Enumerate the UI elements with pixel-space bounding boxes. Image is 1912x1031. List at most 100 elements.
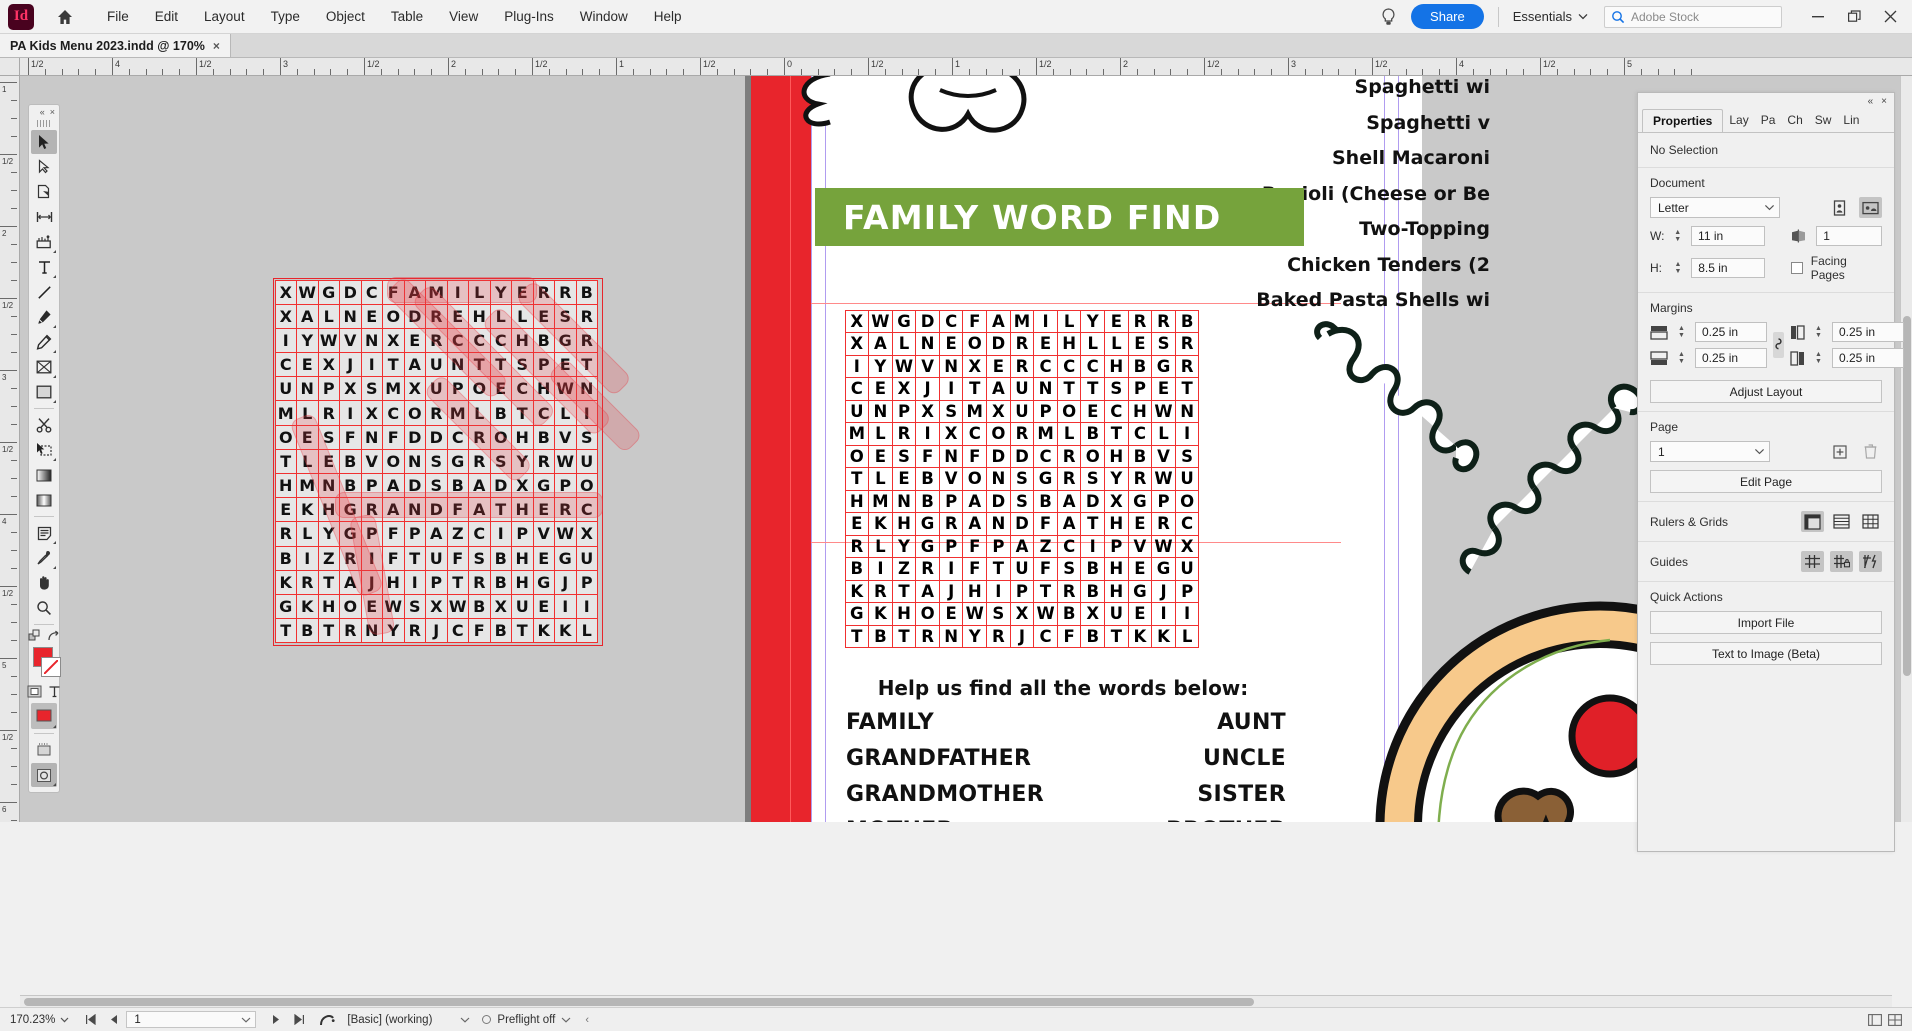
type-tool[interactable] [31, 255, 57, 279]
show-guides-icon[interactable] [1801, 551, 1824, 572]
home-icon[interactable] [56, 8, 74, 26]
tab-pages[interactable]: Pa [1755, 109, 1782, 132]
smart-guides-icon[interactable] [1859, 551, 1882, 572]
menu-item-help[interactable]: Help [641, 5, 695, 28]
pen-tool[interactable] [31, 305, 57, 329]
tab-links[interactable]: Lin [1837, 109, 1865, 132]
page-select[interactable]: 1 [1650, 441, 1770, 462]
normal-view-mode-icon[interactable] [31, 738, 57, 762]
tab-properties[interactable]: Properties [1642, 109, 1724, 132]
close-icon[interactable]: × [213, 39, 220, 53]
lightbulb-icon[interactable] [1380, 7, 1397, 27]
adobe-stock-search[interactable]: Adobe Stock [1604, 5, 1782, 28]
menu-item-table[interactable]: Table [378, 5, 436, 28]
word-search-grid[interactable]: XWGDCFAMILYERRBXALNEODREHLLESRIYWVNXERCC… [844, 309, 1200, 648]
selection-frame[interactable] [273, 278, 603, 646]
menu-item-view[interactable]: View [436, 5, 491, 28]
vertical-ruler[interactable]: 1 1/2 2 1/2 3 1/2 4 1/2 5 1/2 6 [0, 76, 20, 822]
menu-item-edit[interactable]: Edit [142, 5, 191, 28]
free-transform-tool[interactable] [31, 438, 57, 462]
swap-fill-stroke-icon[interactable] [28, 629, 42, 643]
maximize-restore-button[interactable] [1836, 4, 1872, 30]
menu-item-file[interactable]: File [94, 5, 142, 28]
facing-pages-checkbox[interactable] [1791, 262, 1803, 274]
apply-color-button[interactable] [31, 703, 57, 729]
gradient-feather-tool[interactable] [31, 488, 57, 512]
page-transition-icon[interactable] [319, 1013, 336, 1027]
menu-item-window[interactable]: Window [567, 5, 641, 28]
panel-grip[interactable] [37, 120, 51, 127]
next-page-icon[interactable] [272, 1014, 281, 1025]
previous-page-icon[interactable] [109, 1014, 118, 1025]
menu-item-layout[interactable]: Layout [191, 5, 258, 28]
preset-dropdown-icon[interactable] [460, 1017, 470, 1023]
pencil-tool[interactable] [31, 330, 57, 354]
frame-tool[interactable] [31, 355, 57, 379]
tab-layers[interactable]: Lay [1723, 109, 1754, 132]
share-button[interactable]: Share [1411, 4, 1484, 29]
formatting-affects-container-icon[interactable] [27, 685, 43, 699]
menu-item-plugins[interactable]: Plug-Ins [491, 5, 567, 28]
text-to-image-button[interactable]: Text to Image (Beta) [1650, 642, 1882, 665]
adjust-layout-button[interactable]: Adjust Layout [1650, 380, 1882, 403]
lock-guides-icon[interactable] [1830, 551, 1853, 572]
first-page-icon[interactable] [85, 1014, 97, 1025]
page-tool[interactable] [31, 180, 57, 204]
menu-item-type[interactable]: Type [258, 5, 313, 28]
tab-swatches[interactable]: Sw [1809, 109, 1838, 132]
add-page-icon[interactable] [1828, 441, 1851, 462]
expand-status-icon[interactable]: ‹ [585, 1014, 589, 1026]
width-input[interactable]: 11 in [1691, 226, 1765, 246]
page-number-field[interactable]: 1 [126, 1011, 257, 1028]
margin-bottom-input[interactable]: 0.25 in [1695, 348, 1767, 368]
trash-icon[interactable] [1859, 441, 1882, 462]
margin-top-stepper[interactable]: ▲ ▼ [1676, 325, 1687, 339]
stroke-swatch[interactable] [42, 658, 60, 676]
zoom-tool[interactable] [31, 596, 57, 620]
workspace-switcher[interactable]: Essentials [1513, 9, 1588, 24]
gradient-swatch-tool[interactable] [31, 463, 57, 487]
pasteboard-word-search[interactable]: XWGDCFAMILYERRBXALNEODREHLLESRIYWVNXERCC… [273, 275, 644, 646]
last-page-icon[interactable] [294, 1014, 305, 1025]
document-grid-icon[interactable] [1859, 511, 1882, 532]
scissors-tool[interactable] [31, 413, 57, 437]
page-guide-left[interactable] [811, 76, 812, 822]
grid-view-icon[interactable] [1888, 1013, 1902, 1026]
margin-top-input[interactable]: 0.25 in [1695, 322, 1767, 342]
menu-item-object[interactable]: Object [313, 5, 378, 28]
document-canvas[interactable]: Spaghetti wi Spaghetti v Shell Macaroni … [20, 76, 1912, 822]
content-collector-tool[interactable] [31, 230, 57, 254]
close-icon[interactable]: × [50, 107, 55, 117]
bleed-guide-left[interactable] [790, 76, 791, 822]
horizontal-ruler[interactable]: 1/2 4 1/2 3 1/2 2 1/2 1 1/2 0 1/2 1 1/2 2 1/2 3 1/2 4 1/2 5 [20, 58, 1912, 76]
line-tool[interactable] [31, 280, 57, 304]
horizontal-scrollbar[interactable] [20, 995, 1892, 1007]
show-rulers-icon[interactable] [1801, 511, 1824, 532]
horizontal-scrollbar-thumb[interactable] [24, 998, 1254, 1006]
vertical-scrollbar-thumb[interactable] [1903, 316, 1911, 676]
edit-page-button[interactable]: Edit Page [1650, 470, 1882, 493]
link-margins-button[interactable] [1773, 332, 1784, 358]
fill-stroke-swatches[interactable] [32, 647, 60, 681]
rectangle-tool[interactable] [31, 380, 57, 404]
zoom-level-control[interactable]: 170.23% [10, 1014, 69, 1026]
formatting-affects-text-icon[interactable] [48, 685, 61, 699]
preflight-status[interactable]: Preflight off [482, 1014, 571, 1026]
height-stepper[interactable]: ▲ ▼ [1673, 261, 1684, 275]
baseline-grid-icon[interactable] [1830, 511, 1853, 532]
margin-bottom-stepper[interactable]: ▲ ▼ [1676, 351, 1687, 365]
margin-left-input[interactable]: 0.25 in [1832, 322, 1904, 342]
ruler-origin-handle[interactable] [0, 58, 20, 76]
vertical-scrollbar[interactable] [1900, 76, 1912, 822]
close-button[interactable] [1872, 4, 1908, 30]
selection-tool[interactable] [31, 130, 57, 154]
height-input[interactable]: 8.5 in [1691, 258, 1766, 278]
margin-right-input[interactable]: 0.25 in [1832, 348, 1904, 368]
import-file-button[interactable]: Import File [1650, 611, 1882, 634]
preview-mode-icon[interactable] [31, 763, 57, 787]
direct-selection-tool[interactable] [31, 155, 57, 179]
collapse-icon[interactable]: « [1868, 96, 1874, 107]
orientation-portrait-button[interactable] [1828, 197, 1851, 218]
minimize-button[interactable] [1800, 4, 1836, 30]
page-size-select[interactable]: Letter [1650, 197, 1780, 218]
